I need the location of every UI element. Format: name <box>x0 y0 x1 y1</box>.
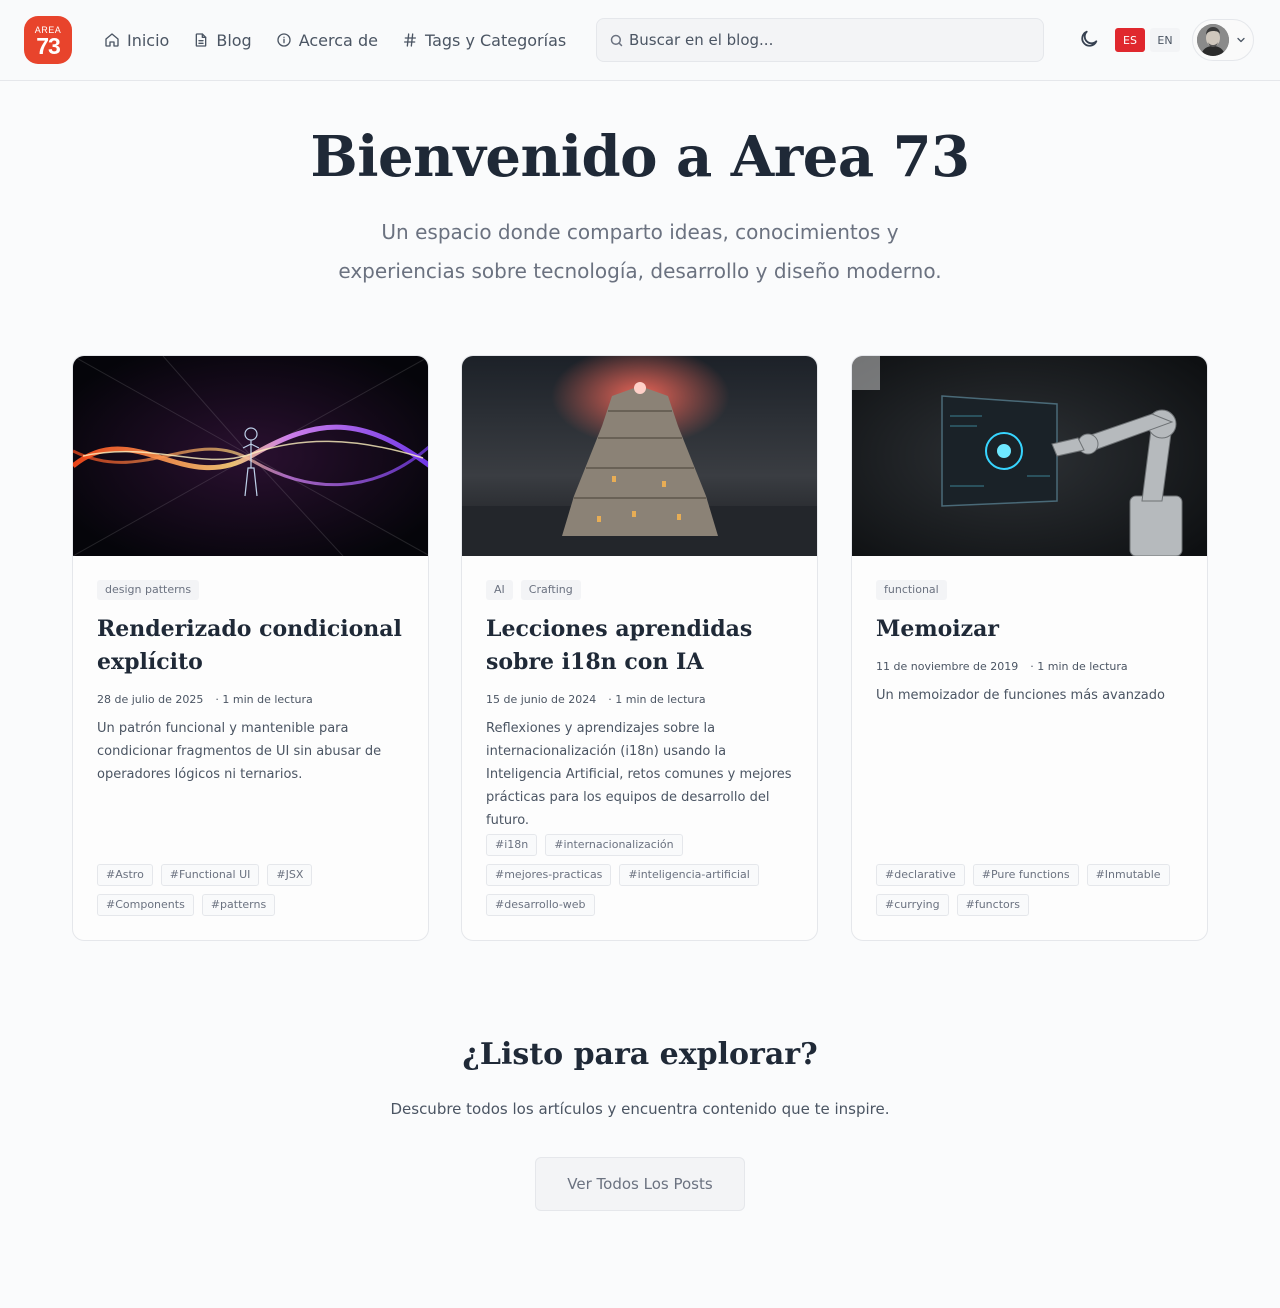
post-date: 11 de noviembre de 2019 <box>876 660 1019 673</box>
nav-item-tags[interactable]: Tags y Categorías <box>402 28 566 52</box>
post-thumbnail-energy-figure <box>73 356 428 556</box>
search-input[interactable] <box>629 19 1029 61</box>
post-card-body: design patterns Renderizado condicional … <box>97 580 407 786</box>
category-list: functional <box>876 580 1186 600</box>
post-title[interactable]: Renderizado condicional explícito <box>97 613 407 679</box>
category-list: design patterns <box>97 580 407 600</box>
info-icon <box>277 33 291 47</box>
category-badge[interactable]: Crafting <box>520 580 581 600</box>
category-badge[interactable]: functional <box>876 580 947 600</box>
post-meta: 11 de noviembre de 2019 · 1 min de lectu… <box>876 660 1186 673</box>
tag[interactable]: #inteligencia-artificial <box>619 864 759 886</box>
post-meta: 28 de julio de 2025 · 1 min de lectura <box>97 693 407 706</box>
nav-item-inicio[interactable]: Inicio <box>104 28 169 52</box>
post-excerpt: Un memoizador de funciones más avanzado <box>876 688 1165 703</box>
hero-subtitle: Un espacio donde comparto ideas, conocim… <box>338 220 942 283</box>
post-card-body: AI Crafting Lecciones aprendidas sobre i… <box>486 580 796 832</box>
search-icon <box>610 34 623 47</box>
nav-item-label: Acerca de <box>298 30 378 50</box>
tag[interactable]: #functors <box>956 894 1029 916</box>
post-excerpt: Reflexiones y aprendizajes sobre la inte… <box>486 721 792 828</box>
category-list: AI Crafting <box>486 580 796 600</box>
tag[interactable]: #currying <box>876 894 949 916</box>
user-menu-button[interactable] <box>1192 19 1254 61</box>
tag[interactable]: #declarative <box>876 864 965 886</box>
tag[interactable]: #Inmutable <box>1086 864 1170 886</box>
post-card[interactable]: functional Memoizar 11 de noviembre de 2… <box>851 355 1208 941</box>
tag[interactable]: #Functional UI <box>160 864 260 886</box>
document-icon <box>196 33 207 47</box>
tag[interactable]: #internacionalización <box>545 834 683 856</box>
avatar-portrait-icon <box>1197 24 1229 56</box>
tag[interactable]: #patterns <box>201 894 276 916</box>
reading-time: · 1 min de lectura <box>215 693 313 706</box>
site-header: AREA 73 Inicio Blog Acerca de Tags y Cat… <box>0 0 1280 81</box>
tag[interactable]: #Astro <box>97 864 153 886</box>
home-icon <box>105 33 119 47</box>
post-card[interactable]: design patterns Renderizado condicional … <box>72 355 429 941</box>
chevron-down-icon <box>1237 37 1245 43</box>
post-date: 28 de julio de 2025 <box>97 693 204 706</box>
tag[interactable]: #Pure functions <box>972 864 1079 886</box>
nav-item-blog[interactable]: Blog <box>193 28 252 52</box>
category-badge[interactable]: design patterns <box>97 580 200 600</box>
reading-time: · 1 min de lectura <box>1030 660 1128 673</box>
main-nav: Inicio Blog Acerca de Tags y Categorías <box>104 28 566 52</box>
lang-es-button[interactable]: ES <box>1115 28 1145 52</box>
reading-time: · 1 min de lectura <box>608 693 706 706</box>
tag[interactable]: #mejores-practicas <box>486 864 612 886</box>
tag-list: #i18n #internacionalización #mejores-pra… <box>486 834 796 916</box>
nav-item-label: Blog <box>216 30 252 50</box>
post-title[interactable]: Lecciones aprendidas sobre i18n con IA <box>486 613 796 679</box>
tag[interactable]: #Components <box>97 894 194 916</box>
post-thumbnail-babel-tower <box>462 356 817 556</box>
tag[interactable]: #desarrollo-web <box>486 894 595 916</box>
logo-number: 73 <box>36 33 61 59</box>
post-date: 15 de junio de 2024 <box>486 693 597 706</box>
post-thumbnail-robot-arm <box>852 356 1207 556</box>
nav-item-label: Tags y Categorías <box>424 30 567 50</box>
tag[interactable]: #i18n <box>486 834 538 856</box>
tag[interactable]: #JSX <box>267 864 313 886</box>
post-card[interactable]: AI Crafting Lecciones aprendidas sobre i… <box>461 355 818 941</box>
nav-item-acerca[interactable]: Acerca de <box>276 28 378 52</box>
lang-en-button[interactable]: EN <box>1150 28 1180 52</box>
nav-item-label: Inicio <box>127 30 170 50</box>
view-all-posts-button[interactable]: Ver Todos Los Posts <box>535 1157 745 1211</box>
search-box <box>596 18 1044 62</box>
cta-title: ¿Listo para explorar? <box>462 1037 818 1072</box>
logo[interactable]: AREA 73 <box>24 16 72 64</box>
hash-icon <box>403 33 416 47</box>
post-excerpt: Un patrón funcional y mantenible para co… <box>97 721 382 782</box>
post-card-body: functional Memoizar 11 de noviembre de 2… <box>876 580 1186 707</box>
moon-icon[interactable] <box>1078 28 1100 50</box>
category-badge[interactable]: AI <box>486 580 513 600</box>
post-meta: 15 de junio de 2024 · 1 min de lectura <box>486 693 796 706</box>
page-title: Bienvenido a Area 73 <box>310 124 970 190</box>
tag-list: #Astro #Functional UI #JSX #Components #… <box>97 864 407 916</box>
tag-list: #declarative #Pure functions #Inmutable … <box>876 864 1186 916</box>
avatar <box>1197 24 1229 56</box>
cta-subtitle: Descubre todos los artículos y encuentra… <box>390 1100 890 1118</box>
post-title[interactable]: Memoizar <box>876 613 1186 646</box>
